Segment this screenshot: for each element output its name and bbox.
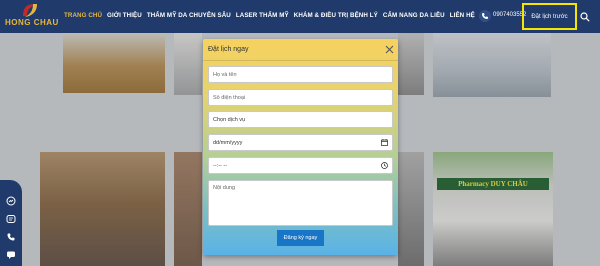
close-icon[interactable] bbox=[385, 45, 394, 54]
content-field[interactable] bbox=[208, 180, 393, 226]
phone-call-icon[interactable] bbox=[6, 232, 16, 242]
date-field-value: dd/mm/yyyy bbox=[213, 139, 243, 146]
chat-icon[interactable] bbox=[6, 250, 16, 260]
zalo-icon[interactable] bbox=[6, 214, 16, 224]
phone-icon[interactable] bbox=[479, 10, 491, 22]
site-header: HONG CHAU TRANG CHỦ GIỚI THIỆU THẨM MỸ D… bbox=[0, 0, 600, 33]
nav-item-home[interactable]: TRANG CHỦ bbox=[64, 12, 102, 19]
date-field[interactable]: dd/mm/yyyy bbox=[208, 134, 393, 151]
modal-title: Đặt lịch ngay bbox=[208, 46, 249, 53]
nav-item-deep-skincare[interactable]: THẨM MỸ DA CHUYÊN SÂU bbox=[147, 12, 231, 19]
name-field[interactable] bbox=[208, 66, 393, 83]
modal-divider bbox=[203, 60, 398, 61]
service-select[interactable]: Chọn dịch vụ bbox=[208, 111, 393, 128]
book-appointment-button[interactable]: Đặt lịch trước bbox=[522, 3, 577, 30]
clock-icon[interactable] bbox=[381, 162, 388, 169]
time-field[interactable]: --:-- -- bbox=[208, 157, 393, 174]
service-select-value: Chọn dịch vụ bbox=[213, 116, 246, 123]
messenger-icon[interactable] bbox=[6, 196, 16, 206]
submit-button[interactable]: Đăng ký ngay bbox=[277, 230, 324, 246]
calendar-icon[interactable] bbox=[381, 139, 388, 146]
search-icon[interactable] bbox=[580, 12, 590, 22]
phone-field[interactable] bbox=[208, 89, 393, 106]
site-logo[interactable]: HONG CHAU bbox=[5, 2, 59, 32]
booking-modal: Đặt lịch ngay Chọn dịch vụ dd/mm/yyyy --… bbox=[203, 39, 398, 255]
nav-item-about[interactable]: GIỚI THIỆU bbox=[107, 12, 142, 19]
nav-item-treatment[interactable]: KHÁM & ĐIỀU TRỊ BỆNH LÝ bbox=[294, 12, 378, 19]
contact-sidebar bbox=[0, 180, 22, 266]
main-nav: TRANG CHỦ GIỚI THIỆU THẨM MỸ DA CHUYÊN S… bbox=[64, 12, 475, 19]
nav-item-laser[interactable]: LASER THẨM MỸ bbox=[236, 12, 289, 19]
time-field-value: --:-- -- bbox=[213, 162, 228, 169]
logo-text: HONG CHAU bbox=[5, 18, 59, 27]
nav-item-contact[interactable]: LIÊN HỆ bbox=[450, 12, 475, 19]
nav-item-handbook[interactable]: CẨM NANG DA LIỄU bbox=[383, 12, 445, 19]
logo-mark-icon bbox=[23, 4, 37, 17]
